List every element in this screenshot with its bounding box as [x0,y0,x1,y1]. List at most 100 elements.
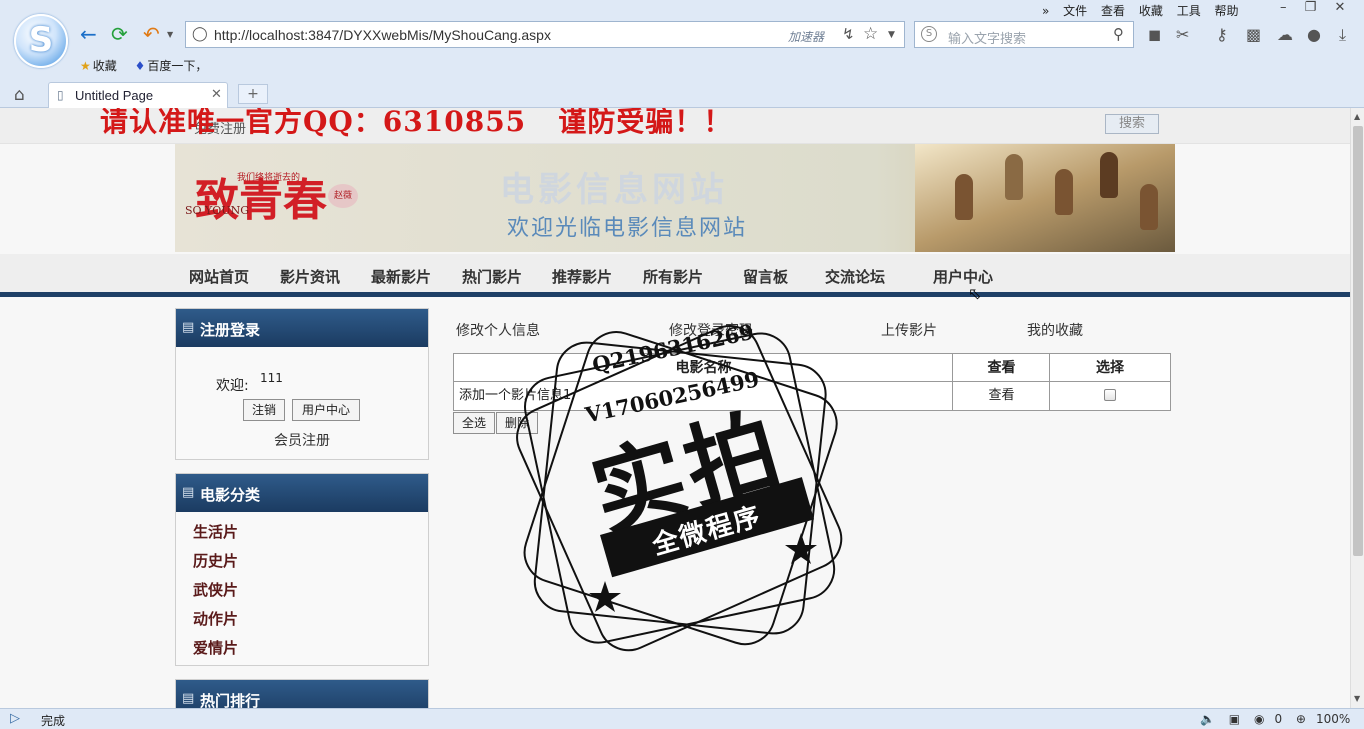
baidu-paw-icon[interactable]: ♦ [135,59,146,73]
view-link[interactable]: 查看 [953,382,1050,410]
row-checkbox[interactable] [1104,389,1116,401]
address-url[interactable]: http://localhost:3847/DYXXwebMis/MyShouC… [214,27,551,43]
undo-icon[interactable]: ↶ [143,24,160,44]
chevron-down-icon[interactable]: ▼ [888,30,895,40]
status-tray: 🔈 ▣ ◉ 0 ⊕ 100% [1200,712,1360,726]
select-all-button[interactable]: 全选 [453,412,495,434]
search-icon[interactable]: ⚲ [1113,25,1124,43]
volume-icon[interactable]: 🔈 [1200,712,1215,726]
nav-news[interactable]: 影片资讯 [280,266,340,287]
back-arrow-icon[interactable]: ← [80,24,97,44]
nav-latest[interactable]: 最新影片 [371,266,431,287]
browser-search-box[interactable]: S 输入文字搜索 ⚲ [914,21,1134,48]
collection-icon[interactable]: ◼ [1148,25,1161,44]
refresh-icon[interactable]: ⟳ [111,24,128,44]
mouse-cursor-icon: ⬁ [968,284,982,303]
member-register-link[interactable]: 会员注册 [274,430,330,450]
menu-favorites[interactable]: 收藏 [1139,4,1163,18]
category-item[interactable]: 爱情片 [193,637,238,658]
translate-icon[interactable]: ▩ [1246,25,1261,44]
favorites-item[interactable]: 收藏 [93,59,117,73]
key-icon[interactable]: ⚷ [1216,25,1228,44]
banner-welcome: 欢迎光临电影信息网站 [507,216,748,241]
zoom-level[interactable]: 100% [1316,712,1350,726]
favorites-item[interactable]: 百度一下， [147,59,207,73]
my-favorites-link[interactable]: 我的收藏 [1027,320,1083,340]
search-engine-icon[interactable]: S [921,26,937,42]
nav-home[interactable]: 网站首页 [189,266,249,287]
close-icon[interactable]: ✕ [1334,0,1345,15]
new-tab-button[interactable]: + [238,84,268,104]
user-center-button[interactable]: 用户中心 [292,399,360,421]
download-icon[interactable]: ⤓ [1339,25,1346,45]
table-header-select: 选择 [1050,354,1170,382]
category-item[interactable]: 生活片 [193,521,238,542]
category-item[interactable]: 动作片 [193,608,238,629]
browser-toolbar: S ← ⟳ ↶ ▼ ◯ http://localhost:3847/DYXXwe… [0,0,1364,108]
table-header-view: 查看 [953,354,1050,382]
banner-title: 电影信息网站 [500,170,728,210]
document-icon: ▤ [182,691,195,706]
page-icon: ▯ [57,88,64,102]
status-bar: ▷ 完成 🔈 ▣ ◉ 0 ⊕ 100% [0,708,1364,729]
minimize-icon[interactable]: – [1280,0,1287,15]
menu-help[interactable]: 帮助 [1215,4,1239,18]
login-box: ▤ 注册登录 欢迎: 111 注销 用户中心 会员注册 [175,308,429,460]
nav-user-center[interactable]: 用户中心 [933,266,993,287]
address-bar[interactable]: ◯ http://localhost:3847/DYXXwebMis/MySho… [185,21,905,48]
window-controls: – ❐ ✕ [1280,0,1359,15]
home-icon[interactable]: ⌂ [14,85,25,105]
ranking-box: ▤ 热门排行 [175,679,429,708]
nav-forum[interactable]: 交流论坛 [825,266,885,287]
login-box-title: 注册登录 [200,321,261,339]
adblock-count: 0 [1274,712,1283,726]
cloud-icon[interactable]: ☁ [1277,25,1293,44]
favorites-bar: ★ 收藏 ♦ 百度一下， [80,57,221,74]
menu-view[interactable]: 查看 [1101,4,1125,18]
category-item[interactable]: 武侠片 [193,579,238,600]
adblock-icon[interactable]: ◉ [1254,712,1264,726]
bolt-icon[interactable]: ↯ [842,25,855,43]
menu-file[interactable]: 文件 [1063,4,1087,18]
close-tab-icon[interactable]: ✕ [211,87,222,102]
page-viewport: 免费注册 搜索 请认准唯一官方QQ：6310855 谨防受骗！！ 致青春 我们终… [0,108,1350,708]
menu-tools[interactable]: 工具 [1177,4,1201,18]
search-input[interactable]: 输入文字搜索 [948,28,1026,47]
nav-guestbook[interactable]: 留言板 [743,266,788,287]
chat-icon[interactable]: ● [1307,25,1321,44]
accelerator-label[interactable]: 加速器 [788,28,824,45]
tab-title[interactable]: Untitled Page [75,88,153,103]
scissors-icon[interactable]: ✂ [1176,25,1189,44]
sidebar-toggle-icon[interactable]: ▷ [10,711,20,726]
favorites-star-icon[interactable]: ★ [80,59,91,73]
scroll-up-icon[interactable]: ▲ [1354,112,1360,121]
menu-bar: » 文件 查看 收藏 工具 帮助 [1042,2,1249,19]
document-icon: ▤ [182,485,195,500]
more-icon[interactable]: » [1042,4,1049,18]
scroll-down-icon[interactable]: ▼ [1354,694,1360,703]
chevron-down-icon[interactable]: ▼ [167,30,173,39]
banner-logo-sub: 我们终将逝去的 [237,173,301,183]
restore-icon[interactable]: ❐ [1305,0,1317,15]
nav-divider [0,292,1350,297]
upload-movie-link[interactable]: 上传影片 [881,320,937,340]
vertical-scrollbar[interactable]: ▲ ▼ [1350,108,1364,708]
nav-hot[interactable]: 热门影片 [462,266,522,287]
banner-photo [915,144,1175,252]
category-box-header: ▤ 电影分类 [176,474,428,512]
zoom-icon[interactable]: ⊕ [1296,712,1306,726]
nav-recommended[interactable]: 推荐影片 [552,266,612,287]
category-box: ▤ 电影分类 生活片 历史片 武侠片 动作片 爱情片 [175,473,429,666]
toolbox-icon[interactable]: ▣ [1229,712,1240,726]
scrollbar-thumb[interactable] [1353,126,1363,556]
search-button[interactable]: 搜索 [1105,114,1159,134]
logout-button[interactable]: 注销 [243,399,285,421]
document-icon: ▤ [182,320,195,335]
nav-all[interactable]: 所有影片 [643,266,703,287]
ranking-box-header: ▤ 热门排行 [176,680,428,708]
star-icon[interactable]: ☆ [863,24,878,44]
status-text: 完成 [41,714,66,728]
browser-tab[interactable]: ▯ Untitled Page ✕ [48,82,228,108]
browser-logo-icon: S [14,14,68,68]
category-item[interactable]: 历史片 [193,550,238,571]
